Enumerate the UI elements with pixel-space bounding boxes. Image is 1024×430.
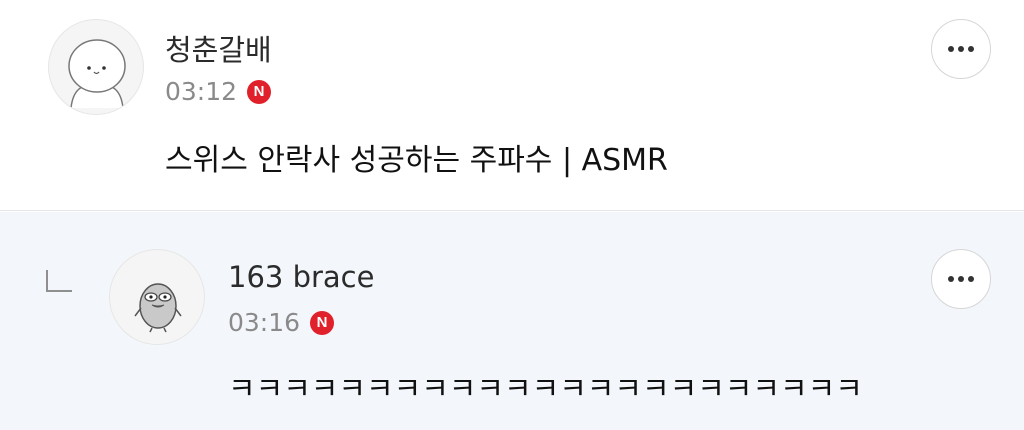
more-options-dot [958, 46, 964, 52]
more-options-dot [968, 46, 974, 52]
comment-meta: 03:12 N [165, 77, 272, 106]
comment-text: ㅋㅋㅋㅋㅋㅋㅋㅋㅋㅋㅋㅋㅋㅋㅋㅋㅋㅋㅋㅋㅋㅋㅋ [228, 372, 863, 407]
new-badge: N [310, 310, 335, 335]
more-options-dot [968, 276, 974, 282]
comment-text: 스위스 안락사 성공하는 주파수 | ASMR [165, 143, 668, 178]
comment-time: 03:16 [228, 308, 301, 337]
comment-time: 03:12 [165, 77, 238, 106]
more-options-button[interactable] [931, 19, 991, 79]
bear-avatar-icon[interactable] [48, 19, 144, 115]
comment-meta: 03:16 N [228, 308, 335, 337]
reply-item: 163 brace 03:16 N ㅋㅋㅋㅋㅋㅋㅋㅋㅋㅋㅋㅋㅋㅋㅋㅋㅋㅋㅋㅋㅋㅋ… [0, 212, 1024, 430]
more-options-dot [958, 276, 964, 282]
new-badge: N [247, 79, 272, 104]
comment-author[interactable]: 163 brace [228, 260, 374, 294]
more-options-icon [948, 46, 954, 52]
reply-arrow-icon [46, 270, 72, 292]
duck-avatar-icon[interactable] [109, 249, 205, 345]
comment-item: 청춘갈배 03:12 N 스위스 안락사 성공하는 주파수 | ASMR [0, 0, 1024, 211]
more-options-button[interactable] [931, 249, 991, 309]
comment-author[interactable]: 청춘갈배 [165, 27, 272, 69]
more-options-icon [948, 276, 954, 282]
